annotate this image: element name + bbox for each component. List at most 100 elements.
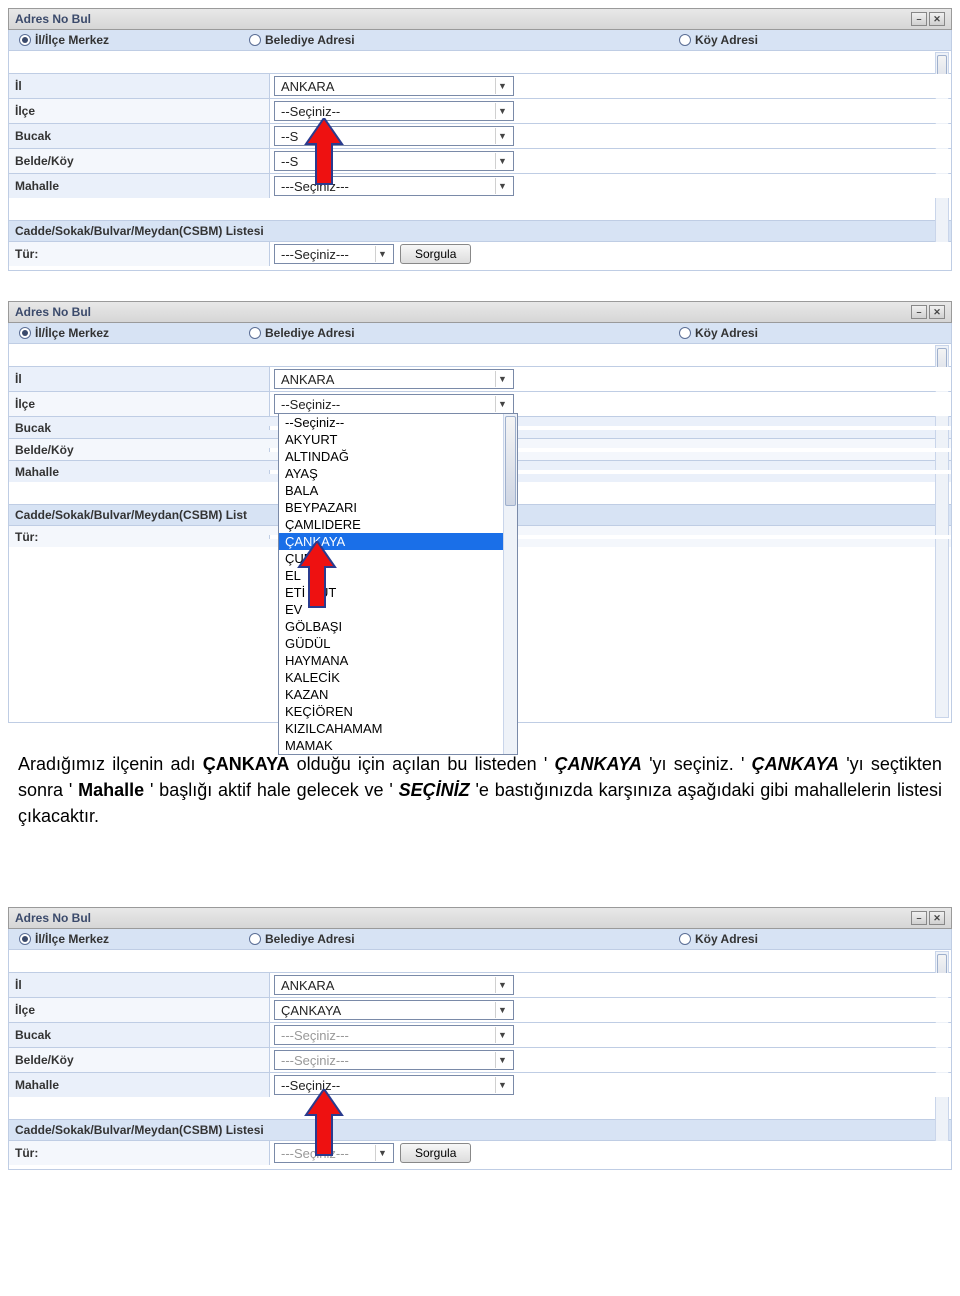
address-panel-2: Adres No Bul – ✕ İl/İlçe Merkez Belediye…: [8, 301, 952, 723]
minimize-icon[interactable]: –: [911, 12, 927, 26]
dropdown-option[interactable]: KIZILCAHAMAM: [279, 720, 517, 737]
para-t2: olduğu için açılan bu listeden ': [297, 754, 548, 774]
dropdown-option[interactable]: GÜDÜL: [279, 635, 517, 652]
tab-belediye-label: Belediye Adresi: [265, 33, 355, 47]
label-il: İl: [9, 77, 269, 95]
label-bucak: Bucak: [9, 127, 269, 145]
select-ilce[interactable]: --Seçiniz-- ▼: [274, 101, 514, 121]
radio-merkez[interactable]: [19, 34, 31, 46]
radio-merkez[interactable]: [19, 933, 31, 945]
minimize-icon[interactable]: –: [911, 305, 927, 319]
select-mahalle-value: ---Seçiniz---: [281, 179, 349, 194]
csbm-header: Cadde/Sokak/Bulvar/Meydan(CSBM) Listesi: [9, 220, 951, 241]
close-icon[interactable]: ✕: [929, 12, 945, 26]
tab-merkez-label: İl/İlçe Merkez: [35, 33, 109, 47]
dropdown-option[interactable]: ÇUB: [279, 550, 517, 567]
select-tur-value: ---Seçiniz---: [281, 247, 349, 262]
dropdown-option[interactable]: ÇANKAYA: [279, 533, 517, 550]
close-icon[interactable]: ✕: [929, 305, 945, 319]
label-tur: Tür:: [9, 528, 269, 546]
select-bucak-value: ---Seçiniz---: [281, 1028, 349, 1043]
select-ilce-value: ÇANKAYA: [281, 1003, 341, 1018]
close-icon[interactable]: ✕: [929, 911, 945, 925]
panel-body: İl/İlçe Merkez Belediye Adresi Köy Adres…: [8, 323, 952, 723]
window-title: Adres No Bul: [15, 305, 91, 319]
dropdown-option[interactable]: BEYPAZARI: [279, 499, 517, 516]
chevron-down-icon: ▼: [495, 1002, 509, 1018]
address-type-tabs: İl/İlçe Merkez Belediye Adresi Köy Adres…: [9, 323, 951, 344]
tab-koy-label: Köy Adresi: [695, 326, 758, 340]
select-bucak-value: --S: [281, 129, 298, 144]
window-buttons: – ✕: [911, 305, 945, 319]
select-il[interactable]: ANKARA ▼: [274, 975, 514, 995]
label-mahalle: Mahalle: [9, 177, 269, 195]
select-belde-value: --S: [281, 154, 298, 169]
select-il-value: ANKARA: [281, 79, 334, 94]
label-ilce: İlçe: [9, 1001, 269, 1019]
radio-koy[interactable]: [679, 34, 691, 46]
radio-belediye[interactable]: [249, 327, 261, 339]
select-bucak[interactable]: --S ▼: [274, 126, 514, 146]
dropdown-option[interactable]: BALA: [279, 482, 517, 499]
para-b1: ÇANKAYA: [203, 754, 290, 774]
select-bucak[interactable]: ---Seçiniz--- ▼: [274, 1025, 514, 1045]
dropdown-option[interactable]: KALECİK: [279, 669, 517, 686]
chevron-down-icon: ▼: [495, 128, 509, 144]
tab-merkez-label: İl/İlçe Merkez: [35, 932, 109, 946]
csbm-header: Cadde/Sokak/Bulvar/Meydan(CSBM) Listesi: [9, 1119, 951, 1140]
dropdown-option[interactable]: AYAŞ: [279, 465, 517, 482]
radio-merkez[interactable]: [19, 327, 31, 339]
para-bi2: ÇANKAYA: [752, 754, 839, 774]
dropdown-option[interactable]: AKYURT: [279, 431, 517, 448]
tab-belediye-label: Belediye Adresi: [265, 326, 355, 340]
chevron-down-icon: ▼: [495, 371, 509, 387]
label-belde: Belde/Köy: [9, 1051, 269, 1069]
window-title: Adres No Bul: [15, 12, 91, 26]
label-ilce: İlçe: [9, 102, 269, 120]
select-belde-value: ---Seçiniz---: [281, 1053, 349, 1068]
dropdown-option[interactable]: GÖLBAŞI: [279, 618, 517, 635]
dropdown-option[interactable]: ALTINDAĞ: [279, 448, 517, 465]
ilce-dropdown-list[interactable]: --Seçiniz--AKYURTALTINDAĞAYAŞBALABEYPAZA…: [278, 413, 518, 755]
select-il[interactable]: ANKARA ▼: [274, 369, 514, 389]
chevron-down-icon: ▼: [495, 977, 509, 993]
dropdown-option[interactable]: HAYMANA: [279, 652, 517, 669]
select-belde[interactable]: --S ▼: [274, 151, 514, 171]
dropdown-option[interactable]: MAMAK: [279, 737, 517, 754]
label-belde: Belde/Köy: [9, 152, 269, 170]
address-panel-3: Adres No Bul – ✕ İl/İlçe Merkez Belediye…: [8, 907, 952, 1170]
dropdown-option[interactable]: ÇAMLIDERE: [279, 516, 517, 533]
sorgula-button[interactable]: Sorgula: [400, 244, 471, 264]
dropdown-option[interactable]: KAZAN: [279, 686, 517, 703]
radio-koy[interactable]: [679, 327, 691, 339]
label-ilce: İlçe: [9, 395, 269, 413]
dropdown-option[interactable]: ETİ GUT: [279, 584, 517, 601]
radio-belediye[interactable]: [249, 34, 261, 46]
dropdown-option[interactable]: EL: [279, 567, 517, 584]
tab-koy-label: Köy Adresi: [695, 33, 758, 47]
select-mahalle[interactable]: --Seçiniz-- ▼: [274, 1075, 514, 1095]
chevron-down-icon: ▼: [375, 246, 389, 262]
para-b2: Mahalle: [78, 780, 144, 800]
radio-koy[interactable]: [679, 933, 691, 945]
select-tur[interactable]: ---Seçiniz--- ▼: [274, 244, 394, 264]
label-il: İl: [9, 370, 269, 388]
minimize-icon[interactable]: –: [911, 911, 927, 925]
label-bucak: Bucak: [9, 419, 269, 437]
dropdown-option[interactable]: EV: [279, 601, 517, 618]
select-ilce[interactable]: ÇANKAYA ▼: [274, 1000, 514, 1020]
dropdown-scrollbar[interactable]: [503, 414, 517, 754]
select-belde[interactable]: ---Seçiniz--- ▼: [274, 1050, 514, 1070]
radio-belediye[interactable]: [249, 933, 261, 945]
chevron-down-icon: ▼: [495, 1052, 509, 1068]
dropdown-option[interactable]: KEÇİÖREN: [279, 703, 517, 720]
tab-belediye-label: Belediye Adresi: [265, 932, 355, 946]
select-il[interactable]: ANKARA ▼: [274, 76, 514, 96]
select-tur[interactable]: ---Seçiniz--- ▼: [274, 1143, 394, 1163]
chevron-down-icon: ▼: [495, 103, 509, 119]
select-ilce[interactable]: --Seçiniz-- ▼: [274, 394, 514, 414]
select-mahalle[interactable]: ---Seçiniz--- ▼: [274, 176, 514, 196]
chevron-down-icon: ▼: [495, 178, 509, 194]
dropdown-option[interactable]: --Seçiniz--: [279, 414, 517, 431]
sorgula-button[interactable]: Sorgula: [400, 1143, 471, 1163]
